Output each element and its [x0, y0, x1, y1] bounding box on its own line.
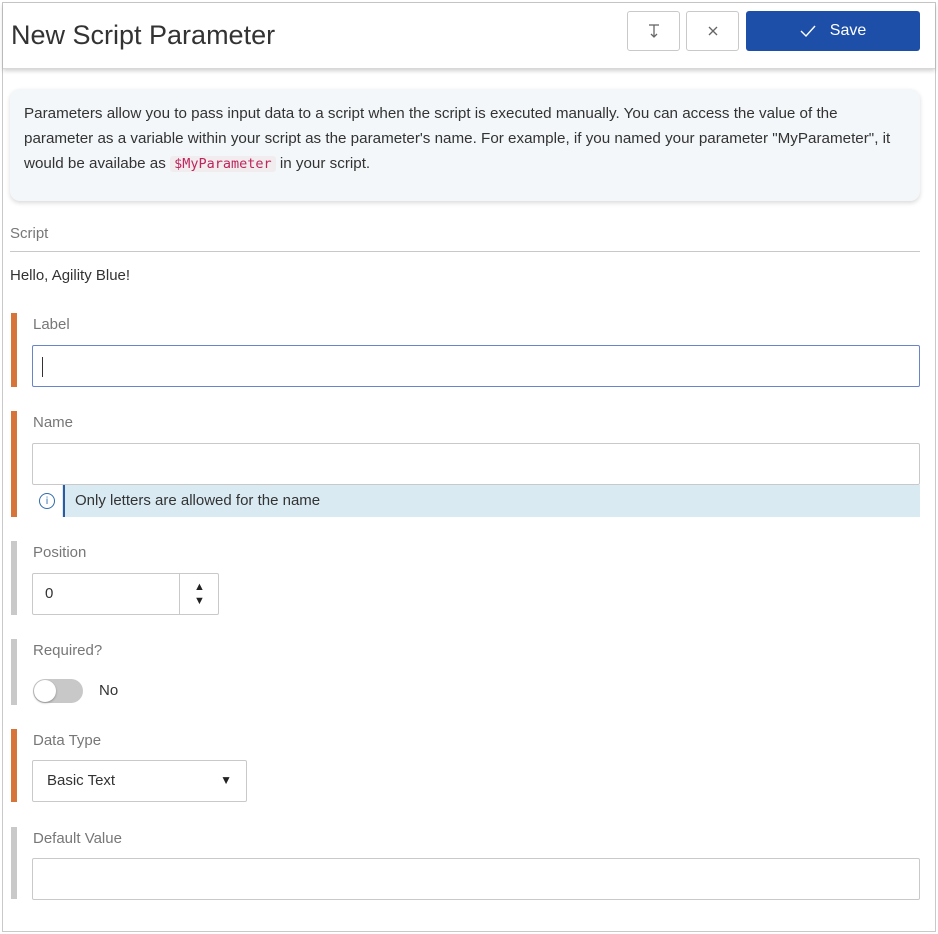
required-indicator: [11, 729, 17, 802]
script-label: Script: [10, 225, 49, 242]
info-box: Parameters allow you to pass input data …: [10, 89, 920, 201]
stepper-down-icon[interactable]: ▼: [194, 594, 205, 608]
optional-indicator: [11, 639, 17, 705]
name-input[interactable]: [32, 443, 920, 485]
name-field-label: Name: [33, 414, 74, 431]
default-value-field-label: Default Value: [33, 830, 122, 847]
optional-indicator: [11, 827, 17, 899]
label-field-label: Label: [33, 316, 70, 333]
check-icon: [800, 25, 816, 37]
stepper-up-icon[interactable]: ▲: [194, 580, 205, 594]
info-icon: i: [39, 493, 55, 509]
save-label: Save: [829, 22, 867, 39]
data-type-select[interactable]: Basic Text ▼: [32, 760, 247, 802]
script-name: Hello, Agility Blue!: [10, 267, 131, 284]
close-button[interactable]: [686, 11, 739, 51]
collapse-button[interactable]: [627, 11, 680, 51]
required-toggle[interactable]: [33, 679, 83, 703]
position-value: 0: [45, 585, 54, 602]
name-hint: i Only letters are allowed for the name: [32, 485, 920, 517]
required-field-label: Required?: [33, 642, 103, 659]
divider: [10, 251, 920, 252]
caret-down-icon: ▼: [220, 773, 232, 787]
page-title: New Script Parameter: [11, 20, 276, 50]
save-button[interactable]: Save: [746, 11, 920, 51]
data-type-field-label: Data Type: [33, 732, 102, 749]
text-caret: [42, 357, 43, 377]
stepper-buttons[interactable]: ▲ ▼: [179, 574, 219, 614]
toggle-knob: [34, 680, 56, 702]
label-input[interactable]: [32, 345, 920, 387]
dialog: New Script Parameter Save Parameters all…: [2, 2, 936, 932]
hint-divider: [63, 485, 65, 517]
collapse-down-icon: [648, 24, 659, 38]
position-field-label: Position: [33, 544, 87, 561]
default-value-input[interactable]: [32, 858, 920, 900]
close-icon: [708, 26, 717, 36]
required-indicator: [11, 411, 17, 517]
info-text-end: in your script.: [275, 155, 371, 172]
required-state: No: [99, 682, 119, 699]
position-stepper[interactable]: 0 ▲ ▼: [32, 573, 219, 615]
required-indicator: [11, 313, 17, 387]
dialog-header: New Script Parameter Save: [3, 3, 935, 69]
data-type-value: Basic Text: [47, 772, 116, 789]
info-text: Parameters allow you to pass input data …: [24, 105, 891, 172]
optional-indicator: [11, 541, 17, 615]
hint-text: Only letters are allowed for the name: [75, 492, 321, 509]
info-icon-wrap: i: [32, 485, 62, 517]
info-code: $MyParameter: [170, 156, 276, 172]
